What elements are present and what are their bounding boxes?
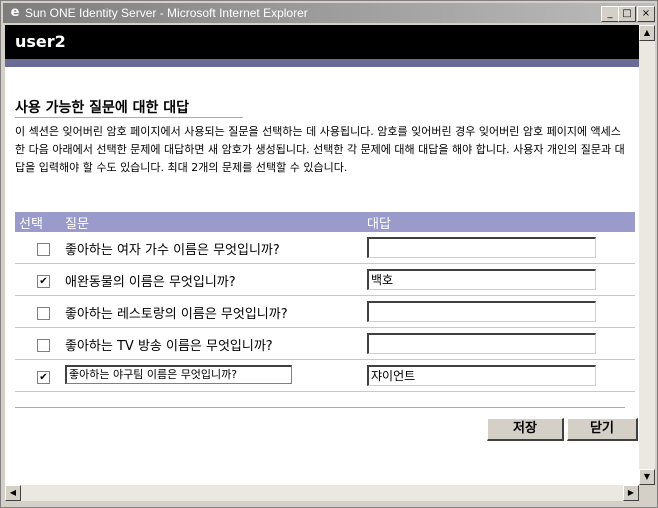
window-title: Sun ONE Identity Server - Microsoft Inte… — [25, 6, 308, 20]
bottom-divider — [15, 407, 625, 408]
browser-window: e Sun ONE Identity Server - Microsoft In… — [0, 0, 658, 508]
answer-input[interactable]: 쟈이언트 — [367, 365, 596, 386]
scrollbar-corner — [639, 485, 655, 501]
qa-table: 선택 질문 대답 좋아하는 여자 가수 이름은 무엇입니까? ✔ 애완동물의 이… — [15, 212, 635, 392]
table-header: 선택 질문 대답 — [15, 212, 635, 232]
page-header: user2 — [5, 25, 639, 59]
section-title: 사용 가능한 질문에 대한 대답 — [15, 100, 190, 116]
table-row: ✔ 좋아하는 야구팀 이름은 무엇입니까? 쟈이언트 — [15, 360, 635, 392]
scroll-down-icon[interactable]: ▼ — [639, 469, 655, 485]
title-divider — [15, 117, 243, 118]
maximize-button[interactable]: □ — [618, 6, 636, 22]
answer-input[interactable] — [367, 237, 596, 258]
select-checkbox[interactable]: ✔ — [37, 275, 50, 288]
save-button[interactable]: 저장 — [487, 418, 564, 441]
section-description: 이 섹션은 잊어버린 암호 페이지에서 사용되는 질문을 선택하는 데 사용됩니… — [15, 125, 625, 174]
question-text: 좋아하는 레스토랑의 이름은 무엇입니까? — [65, 307, 288, 322]
table-row: 좋아하는 레스토랑의 이름은 무엇입니까? — [15, 296, 635, 328]
select-checkbox[interactable] — [37, 339, 50, 352]
answer-input[interactable]: 백호 — [367, 269, 596, 290]
question-text: 좋아하는 여자 가수 이름은 무엇입니까? — [65, 243, 280, 258]
scroll-left-icon[interactable]: ◀ — [5, 485, 21, 501]
select-checkbox[interactable] — [37, 243, 50, 256]
minimize-button[interactable]: _ — [601, 6, 619, 22]
header-stripe — [5, 59, 639, 67]
page-content: user2 사용 가능한 질문에 대한 대답 이 섹션은 잊어버린 암호 페이지… — [5, 25, 639, 485]
table-row: ✔ 애완동물의 이름은 무엇입니까? 백호 — [15, 264, 635, 296]
table-row: 좋아하는 여자 가수 이름은 무엇입니까? — [15, 232, 635, 264]
table-row: 좋아하는 TV 방송 이름은 무엇입니까? — [15, 328, 635, 360]
title-bar: e Sun ONE Identity Server - Microsoft In… — [3, 3, 655, 23]
user-name: user2 — [15, 32, 66, 51]
select-checkbox[interactable]: ✔ — [37, 371, 50, 384]
select-checkbox[interactable] — [37, 307, 50, 320]
header-answer: 대답 — [367, 217, 391, 232]
header-select: 선택 — [19, 217, 43, 232]
scroll-up-icon[interactable]: ▲ — [639, 25, 655, 41]
close-button[interactable]: 닫기 — [567, 418, 638, 441]
custom-question-input[interactable]: 좋아하는 야구팀 이름은 무엇입니까? — [65, 365, 292, 384]
scroll-right-icon[interactable]: ▶ — [623, 485, 639, 501]
header-question: 질문 — [65, 217, 89, 232]
question-text: 좋아하는 TV 방송 이름은 무엇입니까? — [65, 339, 273, 354]
close-window-button[interactable]: × — [637, 6, 655, 22]
answer-input[interactable] — [367, 301, 596, 322]
ie-icon: e — [10, 5, 20, 20]
horizontal-scrollbar[interactable]: ◀ ▶ — [5, 485, 639, 501]
vertical-scrollbar[interactable]: ▲ ▼ — [639, 25, 655, 485]
question-text: 애완동물의 이름은 무엇입니까? — [65, 275, 236, 290]
answer-input[interactable] — [367, 333, 596, 354]
